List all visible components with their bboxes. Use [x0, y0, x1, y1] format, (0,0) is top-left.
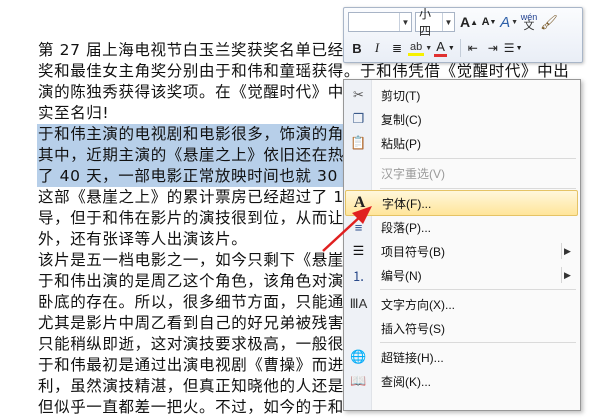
lookup-icon: 📖: [350, 373, 367, 388]
menu-item-text-direction[interactable]: ⅢA 文字方向(X)...: [345, 292, 578, 316]
document-line[interactable]: 第 27 届上海电视节白玉兰奖获奖名单已经: [38, 40, 344, 61]
font-size-value: 小四: [419, 7, 432, 38]
font-size-select[interactable]: 小四 ▼: [415, 7, 455, 38]
chevron-down-icon[interactable]: ▼: [399, 13, 411, 31]
highlight-color-icon[interactable]: ab ▼: [408, 38, 432, 58]
selected-line[interactable]: 其中，近期主演的《悬崖之上》依旧还在热: [37, 145, 378, 166]
context-menu: ✂ 剪切(T) ❐ 复制(C) 📋 粘贴(P) 汉字重选(V) A 字体(F).…: [343, 79, 581, 411]
document-line[interactable]: 导，但于和伟在影片的演技很到位，从而让: [38, 208, 344, 229]
grow-font-icon[interactable]: A ▲: [460, 12, 478, 32]
menu-item-bullets[interactable]: ☰ 项目符号(B) ▶: [345, 239, 578, 263]
copy-icon: ❐: [352, 111, 365, 126]
selected-line[interactable]: 于和伟主演的电视剧和电影很多，饰演的角: [37, 124, 378, 145]
menu-item-hyperlink[interactable]: 🌐 超链接(H)...: [345, 345, 578, 369]
document-line[interactable]: 外，还有张译等人出演该片。: [38, 229, 247, 250]
menu-item-label: 汉字重选(V): [381, 166, 445, 181]
menu-item-font[interactable]: A 字体(F)...: [345, 190, 578, 216]
bold-button[interactable]: B: [348, 38, 366, 58]
bullets-icon: ☰: [352, 243, 365, 258]
menu-item-reconvert: 汉字重选(V): [345, 161, 578, 185]
document-line[interactable]: 于和伟最初是通过出演电视剧《曹操》而进: [38, 355, 344, 376]
chevron-down-icon[interactable]: ▼: [442, 13, 454, 31]
menu-item-label: 粘贴(P): [381, 136, 421, 151]
shrink-font-icon[interactable]: A ▼: [480, 12, 498, 32]
menu-item-label: 超链接(H)...: [381, 350, 444, 365]
document-line[interactable]: 该片是五一档电影之一，如今只剩下《悬崖: [38, 250, 344, 271]
numbering-icon: ⒈: [351, 268, 365, 284]
menu-item-paragraph[interactable]: ≡ 段落(P)...: [345, 215, 578, 239]
paste-icon: 📋: [350, 135, 367, 150]
menu-item-paste[interactable]: 📋 粘贴(P): [345, 131, 578, 155]
menu-item-numbering[interactable]: ⒈ 编号(N) ▶: [345, 263, 578, 287]
menu-item-label: 项目符号(B): [381, 244, 445, 259]
menu-item-copy[interactable]: ❐ 复制(C): [345, 107, 578, 131]
bullets-icon[interactable]: ☰ ▼: [504, 38, 523, 58]
submenu-arrow-icon: ▶: [564, 245, 571, 256]
toolbar-divider: [459, 39, 461, 57]
menu-item-label: 段落(P)...: [381, 220, 431, 235]
text-style-icon[interactable]: A ▼: [500, 12, 518, 32]
menu-item-lookup[interactable]: 📖 查阅(K)...: [345, 369, 578, 393]
decrease-indent-icon[interactable]: ⇤: [464, 38, 482, 58]
menu-item-label: 文字方向(X)...: [381, 297, 455, 312]
document-line[interactable]: 这部《悬崖之上》的累计票房已经超过了 1: [38, 187, 344, 208]
mini-toolbar: ▼ 小四 ▼ A ▲ A ▼ A ▼ wén 文 🖌 B I ≣ ab ▼ A ▼ ⇤ ⇥ …: [343, 7, 583, 63]
menu-item-label: 查阅(K)...: [381, 374, 431, 389]
menu-item-label: 剪切(T): [381, 88, 421, 103]
document-line[interactable]: 卧底的存在。所以，很多细节方面，只能通: [38, 292, 344, 313]
document-line[interactable]: 于和伟出演的是周乙这个角色，该角色对演: [38, 271, 344, 292]
format-painter-icon[interactable]: 🖌: [540, 12, 558, 32]
font-name-select[interactable]: ▼: [348, 12, 412, 32]
paragraph-icon: ≡: [354, 219, 363, 235]
document-line[interactable]: 尤其是影片中周乙看到自己的好兄弟被残害: [38, 313, 344, 334]
phonetic-guide-icon[interactable]: wén 文: [520, 12, 538, 32]
menu-item-insert-symbol[interactable]: 插入符号(S): [345, 316, 578, 340]
menu-item-cut[interactable]: ✂ 剪切(T): [345, 83, 578, 107]
submenu-arrow-icon: ▶: [564, 269, 571, 280]
document-line[interactable]: 利，虽然演技精湛，但真正知晓他的人还是: [38, 376, 344, 397]
italic-button[interactable]: I: [368, 38, 386, 58]
center-align-icon[interactable]: ≣: [388, 38, 406, 58]
hyperlink-icon: 🌐: [350, 349, 367, 364]
font-icon: A: [353, 194, 366, 211]
document-line[interactable]: 演的陈独秀获得该奖项。在《觉醒时代》中: [38, 82, 344, 103]
menu-separator: [380, 289, 576, 290]
document-line[interactable]: 只能稍纵即逝，这对演技要求极高，一般很: [38, 334, 344, 355]
document-line[interactable]: 实至名归!: [38, 103, 109, 124]
menu-item-label: 复制(C): [381, 112, 422, 127]
selected-line[interactable]: 了 40 天，一部电影正常放映时间也就 30 天: [37, 166, 378, 187]
text-direction-icon: ⅢA: [349, 296, 368, 311]
menu-separator: [380, 342, 576, 343]
menu-item-label: 字体(F)...: [382, 196, 432, 211]
font-color-icon[interactable]: A ▼: [434, 38, 455, 58]
menu-item-label: 插入符号(S): [381, 321, 445, 336]
scissors-icon: ✂: [353, 87, 364, 102]
menu-item-label: 编号(N): [381, 268, 422, 283]
menu-separator: [380, 158, 576, 159]
document-line[interactable]: 但似乎一直都差一把火。不过，如今的于和: [38, 397, 344, 418]
increase-indent-icon[interactable]: ⇥: [484, 38, 502, 58]
menu-separator: [380, 188, 576, 189]
